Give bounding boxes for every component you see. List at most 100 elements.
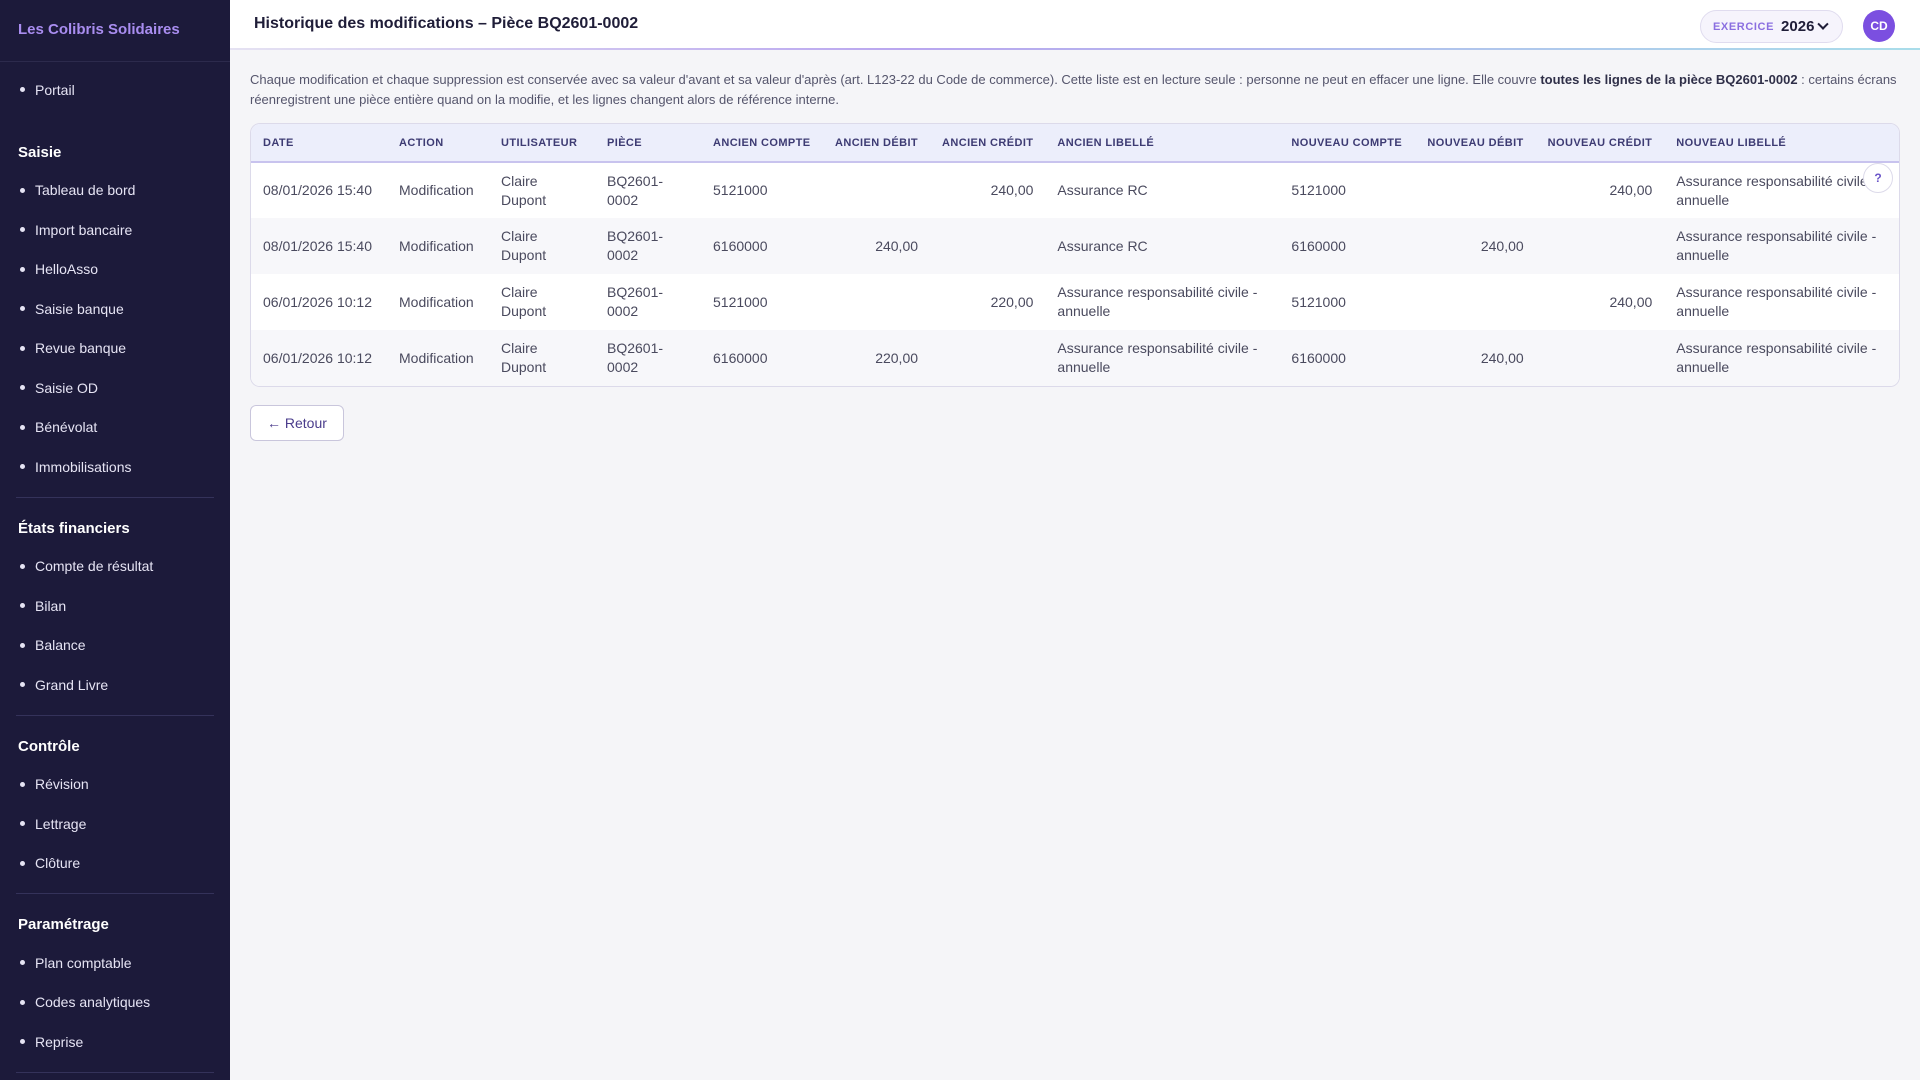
sidebar-item[interactable]: Lettrage [16, 804, 214, 844]
sidebar-item[interactable]: HelloAsso [16, 250, 214, 290]
column-header: NOUVEAU COMPTE [1291, 136, 1403, 149]
table-cell: Assurance responsabilité civile - annuel… [1057, 340, 1258, 375]
sidebar-item[interactable]: Compte de résultat [16, 547, 214, 587]
chevron-down-icon [1817, 18, 1830, 30]
table-cell: Assurance responsabilité civile - annuel… [1676, 284, 1877, 319]
sidebar-item-label: Plan comptable [35, 954, 132, 971]
bullet-icon [20, 682, 25, 688]
sidebar-item-label: Revue banque [35, 340, 127, 357]
table-cell: 6160000 [1291, 349, 1346, 366]
nav-sections: Saisie Tableau de bord Import bancaire Hell… [0, 122, 230, 1073]
avatar[interactable]: CD [1863, 10, 1895, 42]
table-cell: Claire Dupont [501, 340, 547, 375]
table-cell [1536, 330, 1665, 386]
table-row: 06/01/2026 10:12 Modification Claire Dupon… [251, 330, 1899, 386]
column-header: UTILISATEUR [501, 136, 578, 149]
table-cell [930, 330, 1045, 386]
bullet-icon [20, 424, 25, 430]
table-cell: Claire Dupont [501, 228, 547, 263]
bullet-icon [20, 642, 25, 648]
sidebar-item[interactable]: Bilan [16, 586, 214, 626]
table-cell: 06/01/2026 10:12 [263, 293, 372, 310]
nav-section-title: États financiers [18, 519, 130, 537]
nav-section: Paramétrage Plan comptable Codes analytiqu… [16, 894, 214, 1073]
table-cell: Claire Dupont [501, 284, 547, 319]
sidebar-item[interactable]: Saisie OD [16, 368, 214, 408]
table-cell: 240,00 [1480, 237, 1524, 254]
bullet-icon [20, 603, 25, 609]
sidebar-item[interactable]: Grand Livre [16, 665, 214, 705]
page-title: Historique des modifications – Pièce BQ2… [254, 15, 639, 32]
sidebar-item[interactable]: Bénévolat [16, 408, 214, 448]
history-table-card: DATE ACTION UTILISATEUR PIÈCE ANCIEN COMPTE A… [250, 123, 1900, 387]
table-row: 08/01/2026 15:40 Modification Claire Dupon… [251, 162, 1899, 218]
table-cell [1536, 218, 1665, 274]
history-table: DATE ACTION UTILISATEUR PIÈCE ANCIEN COMPTE A… [251, 124, 1899, 386]
table-cell [930, 218, 1045, 274]
table-cell: 6160000 [1291, 237, 1346, 254]
nav-section: Contrôle Révision Lettrage Clôture [16, 716, 214, 894]
bullet-icon [20, 345, 25, 351]
sidebar-item[interactable]: Immobilisations [16, 447, 214, 487]
table-cell: BQ2601-0002 [607, 228, 664, 263]
sidebar-item[interactable]: Import bancaire [16, 210, 214, 250]
table-cell: 240,00 [875, 237, 919, 254]
nav-section-title: Saisie [18, 143, 62, 161]
column-header: ACTION [399, 136, 444, 149]
exercice-selector[interactable]: EXERCICE 2026 [1700, 10, 1843, 43]
nav-top: Portail [0, 62, 230, 122]
sidebar-item-portail[interactable]: Portail [0, 70, 230, 110]
table-cell: 6160000 [713, 349, 768, 366]
sidebar-item[interactable]: Reprise [16, 1022, 214, 1062]
column-header: ANCIEN CRÉDIT [942, 136, 1034, 149]
table-cell: Assurance responsabilité civile - annuel… [1676, 228, 1877, 263]
table-row: 06/01/2026 10:12 Modification Claire Dupon… [251, 274, 1899, 330]
column-header: ANCIEN DÉBIT [835, 136, 919, 149]
sidebar-item[interactable]: Codes analytiques [16, 983, 214, 1023]
sidebar-item-label: Saisie OD [35, 379, 99, 396]
table-cell: 220,00 [875, 349, 919, 366]
table-cell: 08/01/2026 15:40 [263, 237, 372, 254]
sidebar-item[interactable]: Révision [16, 765, 214, 805]
table-cell: Assurance responsabilité civile - annuel… [1676, 340, 1877, 375]
table-cell: 240,00 [1480, 349, 1524, 366]
sidebar-item[interactable]: Clôture [16, 844, 214, 884]
table-cell: 5121000 [713, 293, 768, 310]
table-cell: Modification [399, 349, 474, 366]
table-header-row: DATE ACTION UTILISATEUR PIÈCE ANCIEN COMPTE A… [251, 124, 1899, 162]
top-bar: Historique des modifications – Pièce BQ2… [230, 0, 1920, 50]
intro-text: Chaque modification et chaque suppressio… [250, 70, 1900, 110]
help-icon[interactable]: ? [1863, 163, 1893, 193]
sidebar-item-label: Bénévolat [35, 419, 98, 436]
back-button[interactable]: ← Retour [250, 405, 344, 441]
sidebar-item[interactable]: Tableau de bord [16, 171, 214, 211]
bullet-icon [20, 227, 25, 233]
sidebar-item-label: HelloAsso [35, 261, 99, 278]
bullet-icon [20, 999, 25, 1005]
table-cell: 6160000 [713, 237, 768, 254]
sidebar-item[interactable]: Saisie banque [16, 289, 214, 329]
bullet-icon [20, 385, 25, 391]
intro-text-bold: toutes les lignes de la pièce BQ2601-000… [1540, 72, 1798, 87]
nav-section: Saisie Tableau de bord Import bancaire Hell… [16, 122, 214, 498]
brand-name[interactable]: Les Colibris Solidaires [0, 0, 230, 62]
table-cell: 220,00 [990, 293, 1034, 310]
bullet-icon [20, 960, 25, 966]
bullet-icon [20, 860, 25, 866]
table-cell: 06/01/2026 10:12 [263, 349, 372, 366]
sidebar-item-label: Import bancaire [35, 221, 133, 238]
table-cell [1415, 162, 1535, 218]
bullet-icon [20, 563, 25, 569]
sidebar-item-label: Tableau de bord [35, 182, 136, 199]
intro-text-start: Chaque modification et chaque suppressio… [250, 72, 1541, 87]
nav-section-title: Contrôle [18, 737, 80, 755]
table-row: 08/01/2026 15:40 Modification Claire Dupon… [251, 218, 1899, 274]
bullet-icon [20, 781, 25, 787]
table-cell: 5121000 [1291, 182, 1346, 198]
column-header: PIÈCE [607, 136, 643, 149]
sidebar-item[interactable]: Balance [16, 626, 214, 666]
sidebar-item[interactable]: Revue banque [16, 329, 214, 369]
bullet-icon [20, 1039, 25, 1045]
sidebar-item[interactable]: Plan comptable [16, 943, 214, 983]
column-header: NOUVEAU CRÉDIT [1547, 136, 1653, 149]
